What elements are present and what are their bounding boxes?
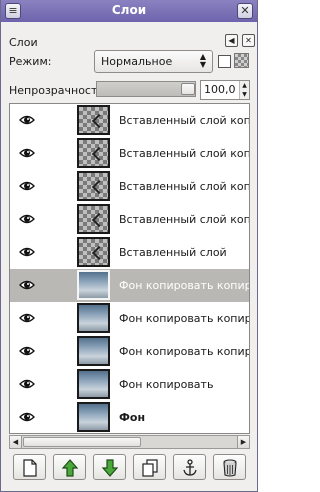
- layer-name[interactable]: Фон копировать копирова: [119, 279, 249, 292]
- anchor-layer-button[interactable]: [173, 454, 206, 480]
- layer-thumbnail[interactable]: [77, 237, 110, 267]
- opacity-value-field[interactable]: 100,0 ▲ ▼: [200, 80, 250, 100]
- visibility-eye-icon[interactable]: [19, 146, 35, 160]
- floating-marker-icon: [91, 113, 107, 129]
- layer-thumbnail[interactable]: [77, 369, 110, 399]
- layer-row[interactable]: Фон копировать копирова: [10, 269, 249, 302]
- layer-row[interactable]: Вставленный слой копиров: [10, 137, 249, 170]
- new-layer-icon: [23, 459, 37, 477]
- opacity-value: 100,0: [204, 83, 236, 96]
- mode-value: Нормальное: [101, 55, 173, 68]
- layer-thumbnail[interactable]: [77, 336, 110, 366]
- layers-window: ≡ Слои ✕ Слои ◀ ✕ Режим: Нормальное ▲ ▼ Н…: [0, 0, 258, 492]
- mode-select[interactable]: Нормальное ▲ ▼: [94, 50, 213, 73]
- raise-layer-icon: [62, 459, 78, 477]
- title-bar[interactable]: ≡ Слои ✕: [1, 0, 257, 22]
- layer-thumbnail[interactable]: [77, 402, 110, 432]
- layer-thumbnail[interactable]: [77, 270, 110, 300]
- alpha-channel-icon: [234, 53, 249, 68]
- opacity-slider-handle[interactable]: [181, 83, 195, 95]
- layer-row[interactable]: Вставленный слой копирова: [10, 104, 249, 137]
- duplicate-layer-icon: [142, 459, 158, 477]
- visibility-eye-icon[interactable]: [19, 245, 35, 259]
- layer-name[interactable]: Вставленный слой: [119, 246, 227, 259]
- layer-name[interactable]: Вставленный слой копиров: [119, 213, 249, 226]
- visibility-eye-icon[interactable]: [19, 113, 35, 127]
- duplicate-layer-button[interactable]: [133, 454, 166, 480]
- layer-name[interactable]: Вставленный слой копирова: [119, 114, 249, 127]
- opacity-label: Непрозрачность:: [9, 84, 108, 97]
- visibility-eye-icon[interactable]: [19, 377, 35, 391]
- scrollbar-thumb[interactable]: [23, 437, 141, 447]
- layer-name[interactable]: Фон копировать копиров: [119, 312, 249, 325]
- opacity-slider[interactable]: [96, 81, 196, 97]
- layer-thumbnail[interactable]: [77, 303, 110, 333]
- visibility-eye-icon[interactable]: [19, 344, 35, 358]
- opacity-spin-arrows-icon[interactable]: ▲ ▼: [239, 81, 249, 99]
- floating-marker-icon: [91, 212, 107, 228]
- horizontal-scrollbar[interactable]: ◀ ▶: [9, 435, 250, 449]
- spin-arrows-icon: ▲ ▼: [199, 52, 207, 69]
- visibility-eye-icon[interactable]: [19, 311, 35, 325]
- raise-layer-button[interactable]: [53, 454, 86, 480]
- layer-name[interactable]: Вставленный слой копиров: [119, 147, 249, 160]
- layer-thumbnail[interactable]: [77, 171, 110, 201]
- visibility-eye-icon[interactable]: [19, 278, 35, 292]
- visibility-eye-icon[interactable]: [19, 179, 35, 193]
- lower-layer-button[interactable]: [93, 454, 126, 480]
- layer-row[interactable]: Вставленный слой копиров: [10, 170, 249, 203]
- layer-list[interactable]: Вставленный слой копирова Вставленный сло…: [9, 103, 250, 434]
- floating-marker-icon: [91, 179, 107, 195]
- layer-name[interactable]: Фон копировать копиров: [119, 345, 249, 358]
- layer-name[interactable]: Фон копировать: [119, 378, 213, 391]
- dock-title: Слои: [9, 36, 38, 49]
- layer-thumbnail[interactable]: [77, 105, 110, 135]
- layer-thumbnail[interactable]: [77, 138, 110, 168]
- floating-marker-icon: [91, 146, 107, 162]
- scroll-right-icon[interactable]: ▶: [237, 436, 249, 448]
- window-close-button[interactable]: ✕: [237, 3, 253, 19]
- visibility-eye-icon[interactable]: [19, 212, 35, 226]
- layer-row[interactable]: Фон копировать копиров: [10, 302, 249, 335]
- layer-name[interactable]: Вставленный слой копиров: [119, 180, 249, 193]
- layer-thumbnail[interactable]: [77, 204, 110, 234]
- mode-label: Режим:: [9, 55, 52, 68]
- lower-layer-icon: [102, 459, 118, 477]
- layer-row[interactable]: Вставленный слой: [10, 236, 249, 269]
- lock-alpha-checkbox[interactable]: [218, 55, 231, 68]
- layer-row[interactable]: Вставленный слой копиров: [10, 203, 249, 236]
- delete-layer-icon: [223, 459, 237, 477]
- delete-layer-button[interactable]: [213, 454, 246, 480]
- layer-row[interactable]: Фон копировать: [10, 368, 249, 401]
- layer-row[interactable]: Фон: [10, 401, 249, 433]
- layer-name[interactable]: Фон: [119, 411, 145, 424]
- new-layer-button[interactable]: [13, 454, 46, 480]
- scroll-left-icon[interactable]: ◀: [10, 436, 22, 448]
- visibility-eye-icon[interactable]: [19, 410, 35, 424]
- dock-menu-button[interactable]: ◀: [225, 34, 238, 47]
- dock-close-button[interactable]: ✕: [242, 34, 255, 47]
- window-title: Слои: [111, 3, 147, 17]
- layer-row[interactable]: Фон копировать копиров: [10, 335, 249, 368]
- anchor-layer-icon: [183, 459, 197, 476]
- floating-marker-icon: [91, 245, 107, 261]
